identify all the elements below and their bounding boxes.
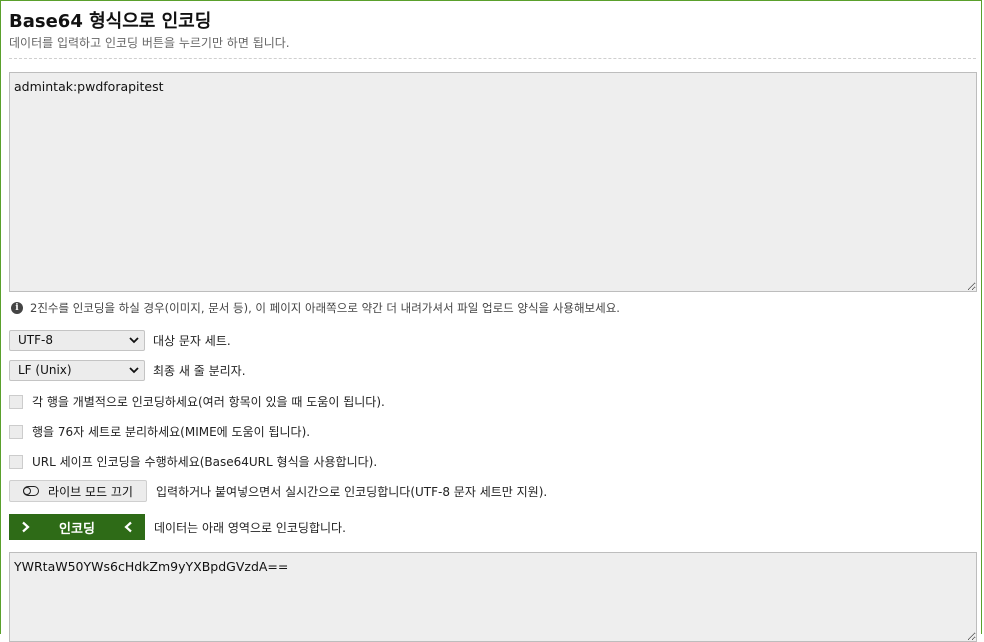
encode-button[interactable]: 인코딩 bbox=[9, 514, 145, 540]
info-icon: i bbox=[11, 302, 23, 314]
chevron-left-icon bbox=[124, 521, 132, 533]
toggle-icon bbox=[23, 486, 40, 496]
page-title: Base64 형식으로 인코딩 bbox=[9, 11, 212, 32]
chevron-down-icon bbox=[129, 367, 139, 374]
charset-label: 대상 문자 세트. bbox=[153, 334, 231, 348]
live-mode-button-label: 라이브 모드 끄기 bbox=[48, 484, 133, 499]
each-line-label: 각 행을 개별적으로 인코딩하세요(여러 항목이 있을 때 도움이 됩니다). bbox=[32, 395, 385, 409]
binary-hint-text: 2진수를 인코딩을 하실 경우(이미지, 문서 등), 이 페이지 아래쪽으로 … bbox=[30, 301, 620, 315]
url-safe-checkbox[interactable] bbox=[9, 454, 23, 469]
input-textarea[interactable]: admintak:pwdforapitest bbox=[9, 72, 977, 292]
live-mode-row: 라이브 모드 끄기 입력하거나 붙여넣으면서 실시간으로 인코딩합니다(UTF-… bbox=[9, 480, 547, 502]
live-mode-toggle-button[interactable]: 라이브 모드 끄기 bbox=[9, 480, 147, 502]
charset-row: UTF-8 대상 문자 세트. bbox=[9, 330, 231, 351]
page-subtitle: 데이터를 입력하고 인코딩 버튼을 누르기만 하면 됩니다. bbox=[9, 36, 290, 50]
charset-select-value: UTF-8 bbox=[18, 333, 53, 347]
output-textarea[interactable]: YWRtaW50YWs6cHdkZm9yYXBpdGVzdA== bbox=[9, 552, 977, 642]
chevron-down-icon bbox=[129, 337, 139, 344]
url-safe-row: URL 세이프 인코딩을 수행하세요(Base64URL 형식을 사용합니다). bbox=[9, 453, 377, 470]
newline-select[interactable]: LF (Unix) bbox=[9, 360, 145, 381]
split-lines-checkbox[interactable] bbox=[9, 424, 23, 439]
each-line-row: 각 행을 개별적으로 인코딩하세요(여러 항목이 있을 때 도움이 됩니다). bbox=[9, 393, 385, 410]
newline-row: LF (Unix) 최종 새 줄 분리자. bbox=[9, 360, 246, 381]
binary-hint: i 2진수를 인코딩을 하실 경우(이미지, 문서 등), 이 페이지 아래쪽으… bbox=[11, 300, 620, 316]
encode-button-label: 인코딩 bbox=[59, 521, 95, 537]
newline-select-value: LF (Unix) bbox=[18, 363, 72, 377]
live-mode-description: 입력하거나 붙여넣으면서 실시간으로 인코딩합니다(UTF-8 문자 세트만 지… bbox=[156, 484, 548, 499]
split-lines-label: 행을 76자 세트로 분리하세요(MIME에 도움이 됩니다). bbox=[32, 425, 311, 439]
url-safe-label: URL 세이프 인코딩을 수행하세요(Base64URL 형식을 사용합니다). bbox=[32, 455, 378, 469]
each-line-checkbox[interactable] bbox=[9, 394, 23, 409]
encode-description: 데이터는 아래 영역으로 인코딩합니다. bbox=[154, 520, 346, 535]
header-divider bbox=[9, 58, 976, 59]
charset-select[interactable]: UTF-8 bbox=[9, 330, 145, 351]
chevron-right-icon bbox=[22, 521, 30, 533]
newline-label: 최종 새 줄 분리자. bbox=[153, 364, 246, 378]
encode-row: 인코딩 데이터는 아래 영역으로 인코딩합니다. bbox=[9, 514, 346, 540]
split-lines-row: 행을 76자 세트로 분리하세요(MIME에 도움이 됩니다). bbox=[9, 423, 310, 440]
